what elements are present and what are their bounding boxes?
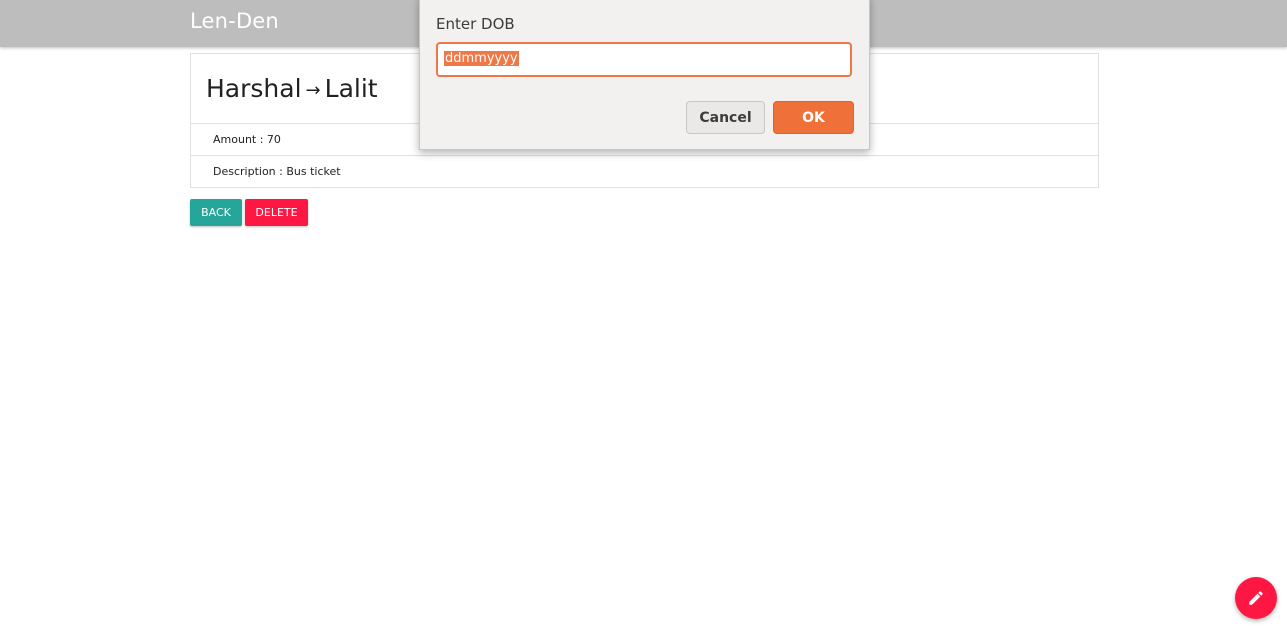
amount-text: Amount : 70 — [213, 133, 281, 146]
description-text: Description : Bus ticket — [213, 165, 341, 178]
dob-input[interactable]: ddmmyyyy — [436, 42, 852, 77]
from-name: Harshal — [206, 74, 302, 103]
dob-input-value: ddmmyyyy — [444, 51, 519, 66]
pencil-icon — [1249, 591, 1263, 605]
to-name: Lalit — [324, 74, 378, 103]
edit-fab-button[interactable] — [1235, 577, 1277, 619]
dialog-label: Enter DOB — [436, 15, 515, 33]
transaction-title: Harshal → Lalit — [206, 74, 378, 103]
app-title[interactable]: Len-Den — [190, 9, 279, 33]
delete-button[interactable]: DELETE — [245, 199, 308, 226]
cancel-button[interactable]: Cancel — [686, 101, 765, 134]
description-row: Description : Bus ticket — [191, 155, 1098, 187]
dob-prompt-dialog: Enter DOB ddmmyyyy Cancel OK — [419, 0, 870, 150]
back-button[interactable]: BACK — [190, 199, 242, 226]
arrow-icon: → — [305, 80, 321, 101]
ok-button[interactable]: OK — [773, 101, 854, 134]
